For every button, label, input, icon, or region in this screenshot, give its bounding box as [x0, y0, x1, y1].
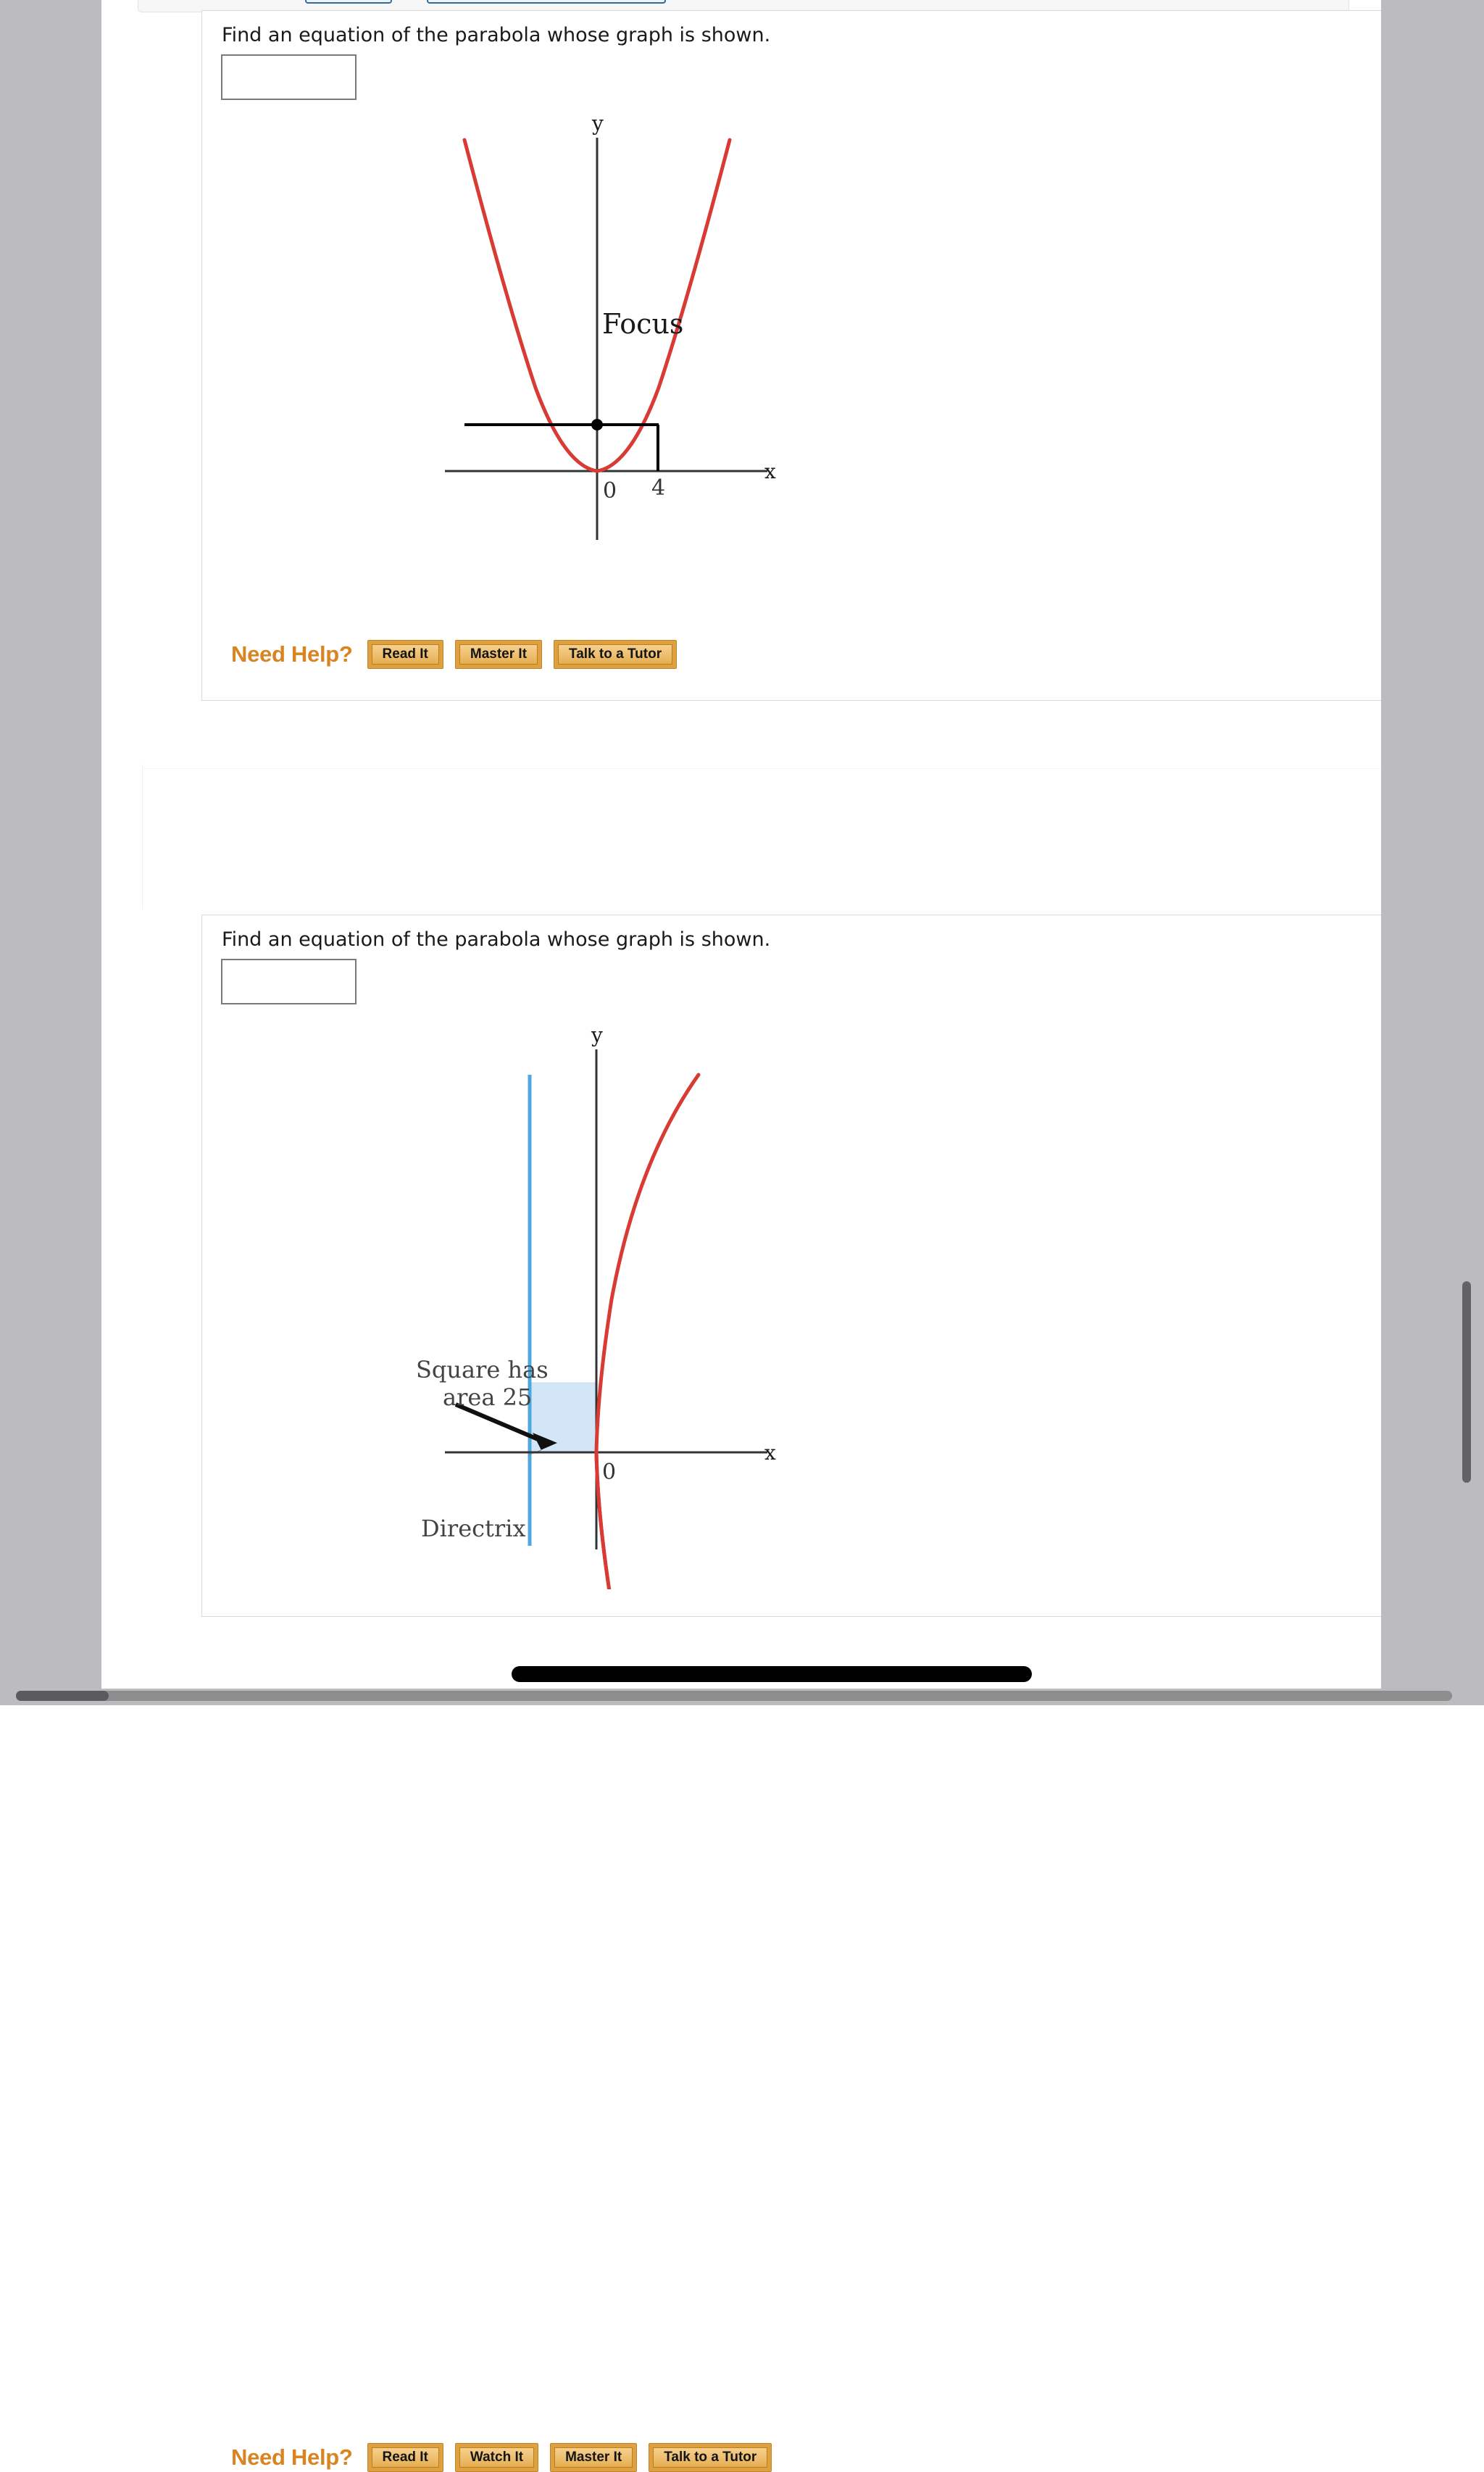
- master-it-button-label-2: Master It: [554, 2447, 633, 2468]
- need-help-row-2: Need Help? Read It Watch It Master It Ta…: [231, 2443, 783, 2472]
- parabola-curve-upper-2: [594, 1073, 701, 1589]
- talk-to-a-tutor-button-label-1: Talk to a Tutor: [558, 644, 673, 665]
- home-indicator: [512, 1666, 1032, 1682]
- horizontal-scrollbar-thumb[interactable]: [16, 1691, 109, 1701]
- read-it-button-2[interactable]: Read It: [367, 2443, 443, 2472]
- watch-it-button-2[interactable]: Watch It: [454, 2443, 539, 2472]
- gap-panel-outline-secondary: [142, 768, 1391, 910]
- focus-point-1: [591, 419, 603, 430]
- read-it-button-1[interactable]: Read It: [367, 640, 443, 669]
- top-tab-stub-left[interactable]: [305, 0, 392, 4]
- x-axis-label-1: x: [764, 459, 776, 483]
- square-label-line2-2: area 25: [443, 1383, 532, 1411]
- talk-to-a-tutor-button-2[interactable]: Talk to a Tutor: [649, 2443, 772, 2472]
- read-it-button-label-2: Read It: [371, 2447, 439, 2468]
- read-it-button-label-1: Read It: [371, 644, 439, 665]
- left-gutter-strip: [0, 0, 101, 1689]
- directrix-label-2: Directrix: [421, 1515, 525, 1542]
- problem-card-2: Find an equation of the parabola whose g…: [201, 915, 1388, 2472]
- focus-label-1: Focus: [602, 308, 683, 340]
- square-label-line1-2: Square has: [416, 1356, 549, 1383]
- question-text-2: Find an equation of the parabola whose g…: [222, 928, 771, 951]
- talk-to-a-tutor-button-1[interactable]: Talk to a Tutor: [554, 640, 678, 669]
- horizontal-scrollbar-track[interactable]: [16, 1691, 1452, 1701]
- top-tab-stub-right[interactable]: [427, 0, 666, 4]
- y-axis-label-1: y: [591, 120, 604, 136]
- vertical-scrollbar-track[interactable]: [1381, 0, 1484, 1689]
- talk-to-a-tutor-button-label-2: Talk to a Tutor: [653, 2447, 768, 2468]
- answer-input-2[interactable]: [221, 959, 357, 1004]
- master-it-button-1[interactable]: Master It: [454, 640, 543, 669]
- x-tick-4-label-1: 4: [651, 475, 665, 501]
- vertical-scrollbar-thumb[interactable]: [1462, 1281, 1471, 1483]
- origin-label-1: 0: [603, 478, 617, 504]
- master-it-button-2[interactable]: Master It: [550, 2443, 638, 2472]
- x-axis-label-2: x: [764, 1441, 776, 1465]
- y-axis-label-2: y: [591, 1023, 603, 1047]
- parabola-graph-2: Square has area 25 Directrix x y 0: [416, 1023, 776, 1589]
- master-it-button-label-1: Master It: [459, 644, 538, 665]
- question-text-1: Find an equation of the parabola whose g…: [222, 24, 771, 46]
- need-help-label-1: Need Help?: [231, 641, 353, 667]
- watch-it-button-label-2: Watch It: [459, 2447, 535, 2468]
- origin-label-2: 0: [602, 1460, 616, 1485]
- parabola-graph-1: Focus x y 0 4: [445, 120, 776, 540]
- answer-input-1[interactable]: [221, 54, 357, 100]
- need-help-row-1: Need Help? Read It Master It Talk to a T…: [231, 640, 688, 669]
- problem-card-1: Find an equation of the parabola whose g…: [201, 10, 1388, 701]
- need-help-label-2: Need Help?: [231, 2444, 353, 2470]
